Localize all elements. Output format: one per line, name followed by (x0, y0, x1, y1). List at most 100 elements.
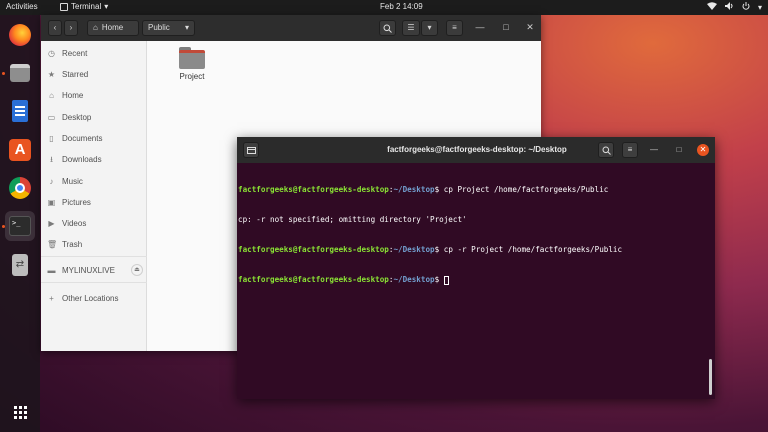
sidebar-item-mylinuxlive[interactable]: ▬ MYLINUXLIVE ⏏ (47, 262, 143, 278)
terminal-line: factforgeeks@factforgeeks-desktop:~/Desk… (238, 275, 708, 285)
grid-icon (14, 406, 28, 420)
sidebar-item-label: Other Locations (62, 293, 119, 303)
home-icon: ⌂ (49, 90, 54, 100)
sidebar-item-other-locations[interactable]: + Other Locations (47, 290, 143, 306)
usb-drive-icon: ⇄ (12, 254, 28, 276)
sidebar-item-label: Documents (62, 133, 103, 143)
sidebar-item-label: MYLINUXLIVE (62, 265, 115, 275)
software-store-icon: A (9, 139, 31, 161)
menu-button[interactable]: ≡ (446, 20, 463, 36)
terminal-search-button[interactable] (598, 142, 614, 158)
dock-item-terminal[interactable]: >_ (5, 211, 35, 241)
view-list-button[interactable]: ☰ (402, 20, 420, 36)
desktop-icon: ▭ (47, 112, 56, 122)
search-icon (383, 24, 392, 33)
dock-item-firefox[interactable] (5, 20, 35, 50)
clock[interactable]: Feb 2 14:09 (380, 2, 423, 11)
sidebar-divider (41, 256, 147, 257)
forward-button[interactable]: › (64, 20, 78, 36)
back-button[interactable]: ‹ (48, 20, 62, 36)
files-headerbar: ‹ › ⌂ Home Public ▾ ☰ ▾ ≡ — □ ✕ (41, 15, 541, 41)
maximize-icon[interactable]: □ (674, 145, 684, 155)
sidebar-item-recent[interactable]: ◷ Recent (47, 45, 143, 61)
minimize-icon[interactable]: — (649, 145, 659, 155)
maximize-icon[interactable]: □ (501, 22, 511, 32)
dock-item-software[interactable]: A (5, 135, 35, 165)
sidebar-item-desktop[interactable]: ▭ Desktop (47, 109, 143, 125)
terminal-menu-button[interactable]: ≡ (622, 142, 638, 158)
breadcrumb-home[interactable]: ⌂ Home (87, 20, 139, 36)
sidebar-item-label: Home (62, 90, 84, 100)
top-bar: Activities Terminal ▾ Feb 2 14:09 ▾ (0, 0, 768, 15)
terminal-output[interactable]: factforgeeks@factforgeeks-desktop:~/Desk… (238, 165, 708, 395)
show-applications-button[interactable] (5, 397, 35, 427)
view-options-button[interactable]: ▾ (421, 20, 438, 36)
star-icon: ★ (47, 69, 56, 79)
folder-label[interactable]: Project (167, 72, 217, 81)
breadcrumb-current-label: Public (148, 23, 170, 32)
minimize-icon[interactable]: — (475, 22, 485, 32)
app-menu-label: Terminal (71, 2, 102, 11)
sidebar-item-music[interactable]: ♪ Music (47, 173, 143, 189)
search-button[interactable] (379, 20, 396, 36)
running-indicator (2, 72, 5, 75)
files-sidebar: ◷ Recent ★ Starred ⌂ Home ▭ Desktop ▯ Do… (41, 41, 147, 351)
dock: A >_ ⇄ (0, 15, 40, 432)
document-icon: ▯ (49, 133, 54, 143)
power-icon (742, 2, 750, 12)
sidebar-item-label: Trash (62, 239, 83, 249)
sidebar-divider (41, 282, 147, 283)
new-tab-button[interactable] (243, 142, 259, 158)
terminal-headerbar: factforgeeks@factforgeeks-desktop: ~/Des… (237, 137, 715, 163)
app-menu[interactable]: Terminal ▾ (60, 2, 108, 11)
sidebar-item-label: Videos (62, 218, 87, 228)
terminal-title: factforgeeks@factforgeeks-desktop: ~/Des… (387, 145, 567, 154)
folder-item-project[interactable] (179, 47, 205, 69)
breadcrumb-home-label: Home (101, 23, 124, 32)
sidebar-item-videos[interactable]: ▶ Videos (47, 215, 143, 231)
sidebar-item-label: Pictures (62, 197, 91, 207)
files-icon (10, 64, 30, 82)
trash-icon: 🗑 (47, 239, 58, 249)
chevron-down-icon: ▾ (757, 2, 762, 12)
sidebar-item-starred[interactable]: ★ Starred (47, 66, 143, 82)
dock-item-files[interactable] (5, 58, 35, 88)
dock-item-usb[interactable]: ⇄ (5, 250, 35, 280)
sidebar-item-label: Starred (62, 69, 89, 79)
dock-item-writer[interactable] (5, 97, 35, 127)
pictures-icon: ▣ (47, 197, 56, 207)
text-cursor (443, 275, 449, 285)
terminal-window: factforgeeks@factforgeeks-desktop: ~/Des… (237, 137, 715, 399)
new-tab-icon (246, 147, 256, 154)
terminal-scrollbar[interactable] (709, 359, 712, 395)
sidebar-item-downloads[interactable]: ⭳ Downloads (47, 151, 143, 167)
close-icon[interactable]: ✕ (697, 144, 709, 156)
clock-icon: ◷ (48, 48, 55, 58)
sidebar-item-label: Downloads (62, 154, 102, 164)
download-icon: ⭳ (50, 154, 53, 164)
volume-icon (724, 2, 734, 12)
plus-icon: + (49, 293, 54, 303)
wifi-icon (706, 2, 717, 12)
sidebar-item-pictures[interactable]: ▣ Pictures (47, 194, 143, 210)
terminal-icon: >_ (9, 216, 31, 236)
chevron-down-icon: ▾ (184, 23, 189, 32)
close-icon[interactable]: ✕ (525, 22, 535, 32)
sidebar-item-documents[interactable]: ▯ Documents (47, 130, 143, 146)
system-tray[interactable]: ▾ (706, 2, 762, 12)
firefox-icon (9, 24, 31, 46)
sidebar-item-label: Music (62, 176, 83, 186)
home-icon: ⌂ (93, 23, 98, 32)
eject-icon[interactable]: ⏏ (131, 264, 143, 276)
terminal-line: cp: -r not specified; omitting directory… (238, 215, 467, 224)
search-icon (602, 146, 611, 155)
breadcrumb-current[interactable]: Public ▾ (142, 20, 195, 36)
sidebar-item-home[interactable]: ⌂ Home (47, 87, 143, 103)
terminal-icon (60, 2, 68, 11)
writer-icon (12, 100, 28, 122)
activities-button[interactable]: Activities (6, 2, 38, 11)
chevron-down-icon: ▾ (104, 2, 109, 11)
sidebar-item-trash[interactable]: 🗑 Trash (47, 236, 143, 252)
dock-item-chrome[interactable] (5, 173, 35, 203)
videos-icon: ▶ (48, 218, 55, 228)
